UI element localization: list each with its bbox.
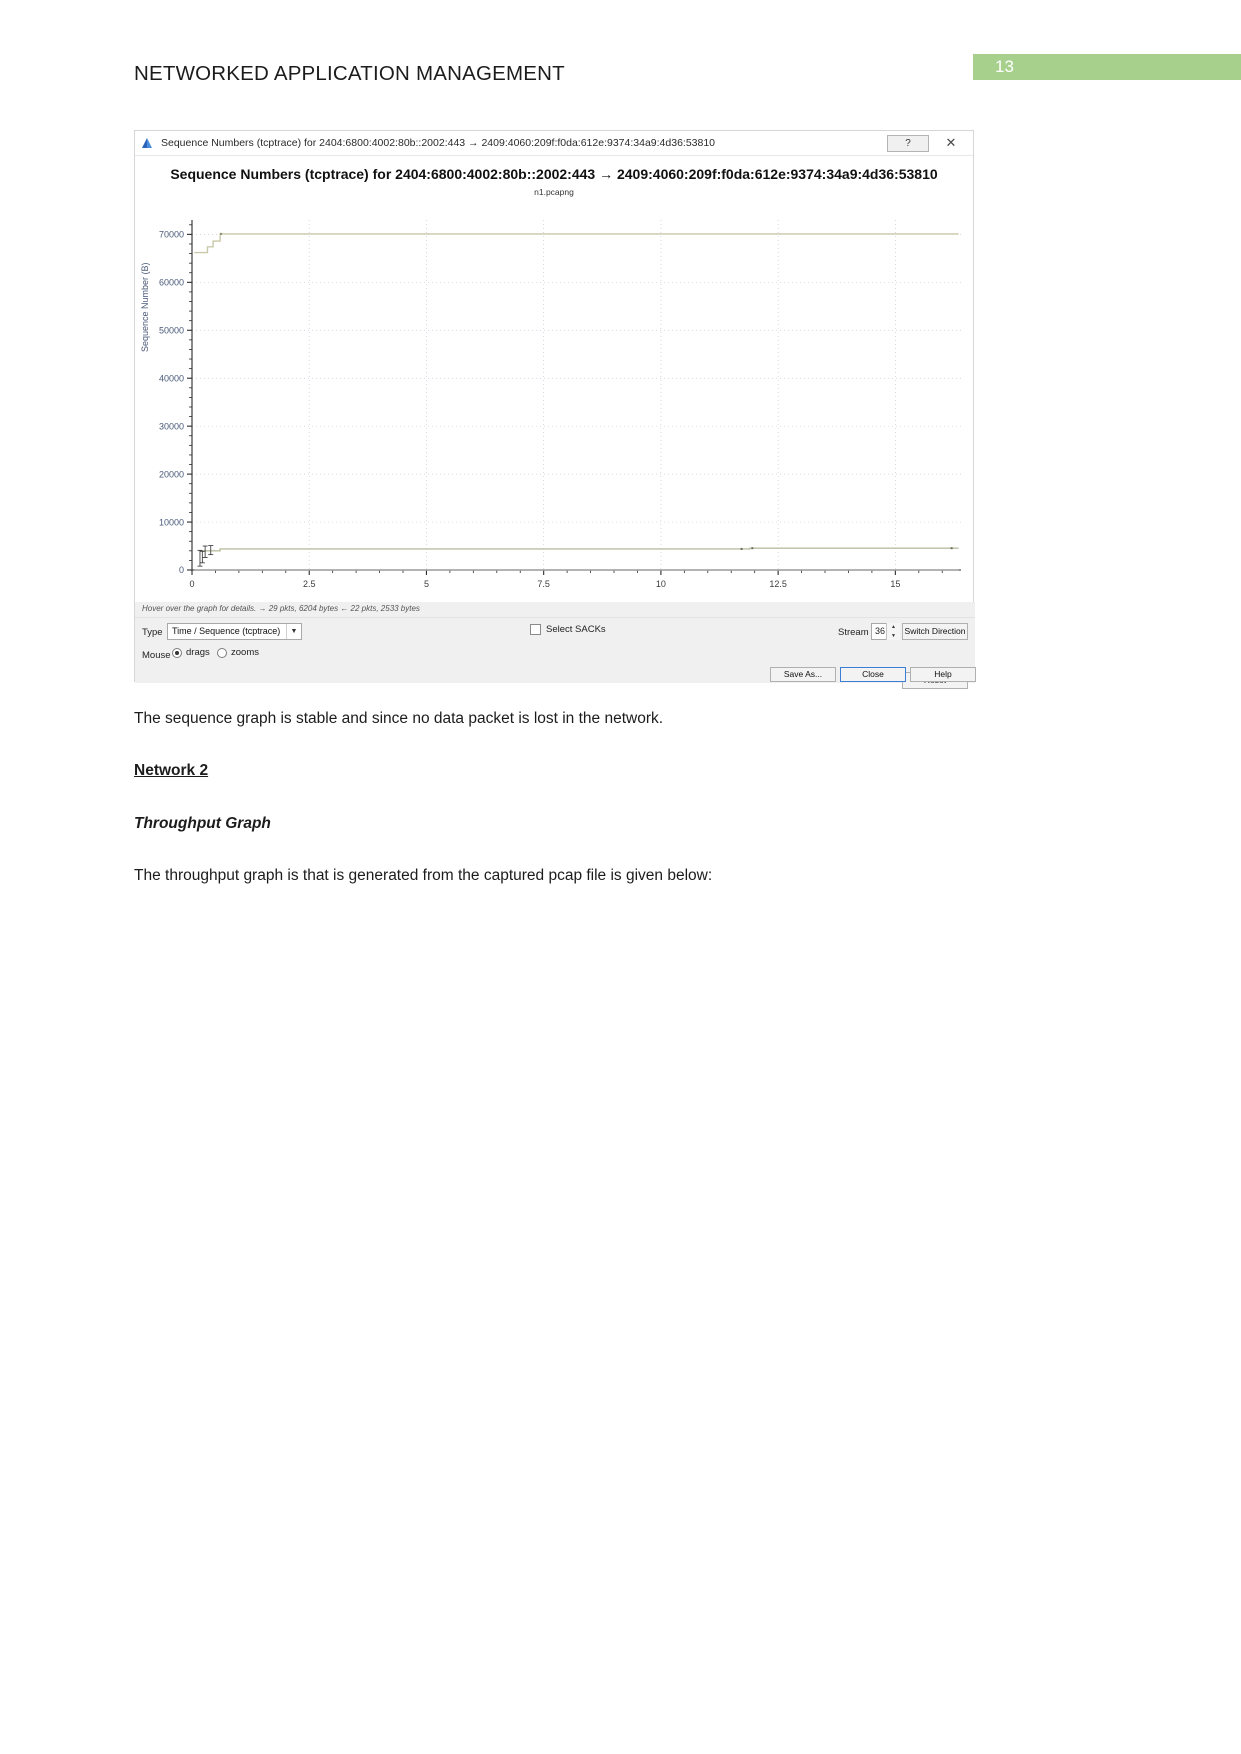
select-sacks-label: Select SACKs: [546, 624, 606, 635]
type-label: Type: [142, 627, 163, 638]
svg-text:5: 5: [424, 579, 429, 589]
svg-text:30000: 30000: [159, 421, 184, 431]
stream-stepper[interactable]: ▲ ▼: [886, 623, 900, 640]
wireshark-logo-icon: [141, 137, 155, 149]
wireshark-sequence-graph-window: Sequence Numbers (tcptrace) for 2404:680…: [134, 130, 976, 689]
svg-text:12.5: 12.5: [769, 579, 787, 589]
close-button[interactable]: Close: [840, 667, 906, 682]
paragraph-throughput-intro: The throughput graph is that is generate…: [134, 867, 713, 884]
svg-text:40000: 40000: [159, 373, 184, 383]
select-sacks-checkbox[interactable]: [530, 624, 541, 635]
mouse-drags-radio-wrap[interactable]: drags: [172, 647, 210, 658]
controls-row-mouse: Mouse drags zooms Reset: [135, 646, 975, 689]
svg-text:10000: 10000: [159, 517, 184, 527]
dialog-button-row: Save As... Close Help: [135, 667, 976, 683]
heading-network-2: Network 2: [134, 762, 209, 779]
svg-text:15: 15: [890, 579, 900, 589]
chart-svg: 0 10000 20000 30000 40000 50000 60000 70000 0 2.5…: [159, 220, 961, 589]
stepper-up-icon[interactable]: ▲: [887, 623, 900, 632]
mouse-label: Mouse: [142, 650, 171, 661]
graph-type-select[interactable]: Time / Sequence (tcptrace) ▼: [167, 623, 302, 640]
svg-text:7.5: 7.5: [537, 579, 550, 589]
window-title-text: Sequence Numbers (tcptrace) for 2404:680…: [161, 137, 716, 149]
stream-number-value: 36: [875, 626, 886, 636]
mouse-zooms-radio[interactable]: [217, 647, 227, 658]
mouse-drags-radio[interactable]: [172, 647, 182, 658]
chevron-down-icon: ▼: [286, 624, 301, 639]
paragraph-graph-caption: The sequence graph is stable and since n…: [134, 710, 664, 727]
chart-plot-area[interactable]: 0 10000 20000 30000 40000 50000 60000 70000 0 2.5…: [135, 214, 975, 618]
svg-text:20000: 20000: [159, 469, 184, 479]
chart-title: Sequence Numbers (tcptrace) for 2404:680…: [170, 166, 938, 182]
svg-text:0: 0: [179, 565, 184, 575]
page-running-header: NETWORKED APPLICATION MANAGEMENT: [134, 62, 565, 85]
stream-label: Stream: [838, 627, 869, 638]
svg-text:10: 10: [656, 579, 666, 589]
titlebar-help-button[interactable]: ?: [887, 134, 929, 152]
save-as-button[interactable]: Save As...: [770, 667, 836, 682]
controls-row-type: Type Time / Sequence (tcptrace) ▼ Select…: [135, 623, 975, 643]
graph-status-bar: Hover over the graph for details. → 29 p…: [135, 602, 975, 617]
graph-controls-panel: Type Time / Sequence (tcptrace) ▼ Select…: [135, 617, 976, 689]
chart-subtitle: n1.pcapng: [534, 187, 574, 197]
window-titlebar: Sequence Numbers (tcptrace) for 2404:680…: [135, 131, 973, 155]
subheading-throughput-graph: Throughput Graph: [134, 815, 271, 832]
page-number-badge: 13: [973, 54, 1241, 80]
graph-canvas-area: Sequence Numbers (tcptrace) for 2404:680…: [135, 155, 973, 626]
svg-text:50000: 50000: [159, 325, 184, 335]
close-icon[interactable]: ✕: [939, 133, 963, 153]
switch-direction-button[interactable]: Switch Direction: [902, 623, 968, 640]
help-button[interactable]: Help: [910, 667, 976, 682]
svg-text:70000: 70000: [159, 230, 184, 240]
window-control-buttons: ? ✕: [887, 131, 973, 155]
svg-text:2.5: 2.5: [303, 579, 316, 589]
mouse-drags-label: drags: [186, 647, 210, 658]
mouse-zooms-radio-wrap[interactable]: zooms: [217, 647, 259, 658]
svg-text:60000: 60000: [159, 278, 184, 288]
svg-text:0: 0: [189, 579, 194, 589]
mouse-zooms-label: zooms: [231, 647, 259, 658]
select-sacks-checkbox-wrap[interactable]: Select SACKs: [530, 624, 606, 635]
stepper-down-icon[interactable]: ▼: [887, 631, 900, 640]
graph-type-value: Time / Sequence (tcptrace): [172, 626, 281, 636]
